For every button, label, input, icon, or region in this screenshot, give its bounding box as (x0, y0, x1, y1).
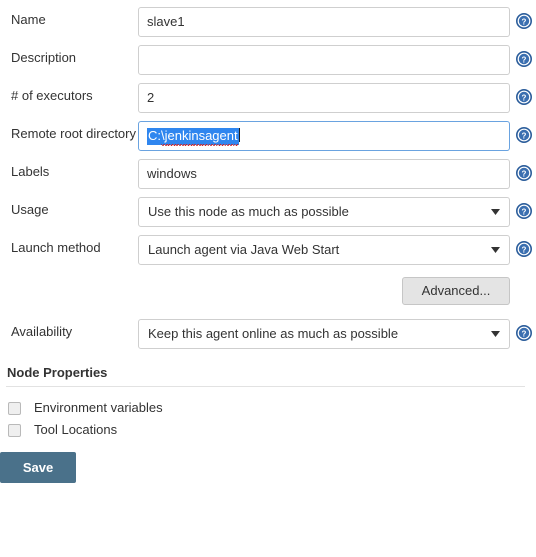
svg-text:?: ? (522, 329, 527, 338)
help-cell-description: ? (510, 45, 536, 67)
launch-method-select[interactable]: Launch agent via Java Web Start (138, 235, 510, 265)
field-launch-method: Launch agent via Java Web Start (138, 235, 510, 265)
help-icon[interactable]: ? (516, 325, 532, 341)
labels-input[interactable]: windows (138, 159, 510, 189)
availability-select[interactable]: Keep this agent online as much as possib… (138, 319, 510, 349)
label-description: Description (11, 50, 77, 65)
form-row-description: Description ? (0, 45, 536, 75)
help-icon[interactable]: ? (516, 51, 532, 67)
label-labels: Labels (11, 164, 50, 179)
node-config-form: Name slave1 ? Description ? # of executo… (0, 7, 536, 349)
svg-text:?: ? (522, 207, 527, 216)
checkbox-tool-locations[interactable] (8, 423, 21, 437)
chevron-down-icon (491, 247, 500, 253)
node-properties-title: Node Properties (7, 365, 108, 380)
field-remote-root-directory: C:\jenkinsagent (138, 121, 510, 151)
availability-select-value: Keep this agent online as much as possib… (148, 326, 399, 341)
labels-input-value: windows (147, 166, 197, 181)
field-labels: windows (138, 159, 510, 189)
name-input-value: slave1 (147, 14, 185, 29)
label-name: Name (11, 12, 46, 27)
field-description (138, 45, 510, 75)
help-cell-availability: ? (510, 319, 536, 341)
usage-select[interactable]: Use this node as much as possible (138, 197, 510, 227)
help-cell-name: ? (510, 7, 536, 29)
help-icon[interactable]: ? (516, 165, 532, 181)
form-row-usage: Usage Use this node as much as possible … (0, 197, 536, 227)
help-icon[interactable]: ? (516, 13, 532, 29)
label-launch-method: Launch method (11, 240, 101, 255)
field-availability: Keep this agent online as much as possib… (138, 319, 510, 349)
form-row-launch-method: Launch method Launch agent via Java Web … (0, 235, 536, 265)
advanced-button[interactable]: Advanced... (402, 277, 510, 305)
label-executors: # of executors (11, 88, 93, 103)
remote-root-directory-input-value: C:\jenkinsagent (147, 128, 239, 145)
form-row-executors: # of executors 2 ? (0, 83, 536, 113)
node-properties-section: Node Properties Environment variables To… (0, 365, 536, 441)
checkbox-label-environment-variables: Environment variables (34, 400, 163, 415)
form-row-name: Name slave1 ? (0, 7, 536, 37)
help-cell-usage: ? (510, 197, 536, 219)
name-input[interactable]: slave1 (138, 7, 510, 37)
form-row-remote-root-directory: Remote root directory C:\jenkinsagent ? (0, 121, 536, 151)
label-availability: Availability (11, 324, 73, 339)
help-cell-remote-root-directory: ? (510, 121, 536, 143)
checkbox-label-tool-locations: Tool Locations (34, 422, 118, 437)
checkbox-row-environment-variables[interactable]: Environment variables (6, 397, 525, 419)
help-icon[interactable]: ? (516, 127, 532, 143)
field-name: slave1 (138, 7, 510, 37)
launch-method-select-value: Launch agent via Java Web Start (148, 242, 340, 257)
checkbox-row-tool-locations[interactable]: Tool Locations (6, 419, 525, 441)
svg-text:?: ? (522, 93, 527, 102)
label-remote-root-directory: Remote root directory (11, 126, 136, 141)
chevron-down-icon (491, 331, 500, 337)
field-executors: 2 (138, 83, 510, 113)
chevron-down-icon (491, 209, 500, 215)
form-row-labels: Labels windows ? (0, 159, 536, 189)
label-usage: Usage (11, 202, 49, 217)
executors-input-value: 2 (147, 90, 155, 105)
help-cell-launch-method: ? (510, 235, 536, 257)
svg-text:?: ? (522, 245, 527, 254)
save-button[interactable]: Save (0, 452, 76, 483)
usage-select-value: Use this node as much as possible (148, 204, 349, 219)
remote-root-directory-input[interactable]: C:\jenkinsagent (138, 121, 510, 151)
save-row: Save (0, 441, 536, 483)
svg-text:?: ? (522, 17, 527, 26)
form-row-availability: Availability Keep this agent online as m… (0, 319, 536, 349)
svg-text:?: ? (522, 131, 527, 140)
remote-root-directory-spellcheck: C:\jenkinsagent (147, 122, 240, 150)
help-cell-executors: ? (510, 83, 536, 105)
description-input[interactable] (138, 45, 510, 75)
advanced-row: Advanced... (0, 265, 536, 313)
checkbox-environment-variables[interactable] (8, 401, 21, 415)
help-cell-labels: ? (510, 159, 536, 181)
help-icon[interactable]: ? (516, 203, 532, 219)
svg-text:?: ? (522, 169, 527, 178)
field-usage: Use this node as much as possible (138, 197, 510, 227)
section-divider (6, 386, 525, 387)
help-icon[interactable]: ? (516, 89, 532, 105)
executors-input[interactable]: 2 (138, 83, 510, 113)
help-icon[interactable]: ? (516, 241, 532, 257)
svg-text:?: ? (522, 55, 527, 64)
